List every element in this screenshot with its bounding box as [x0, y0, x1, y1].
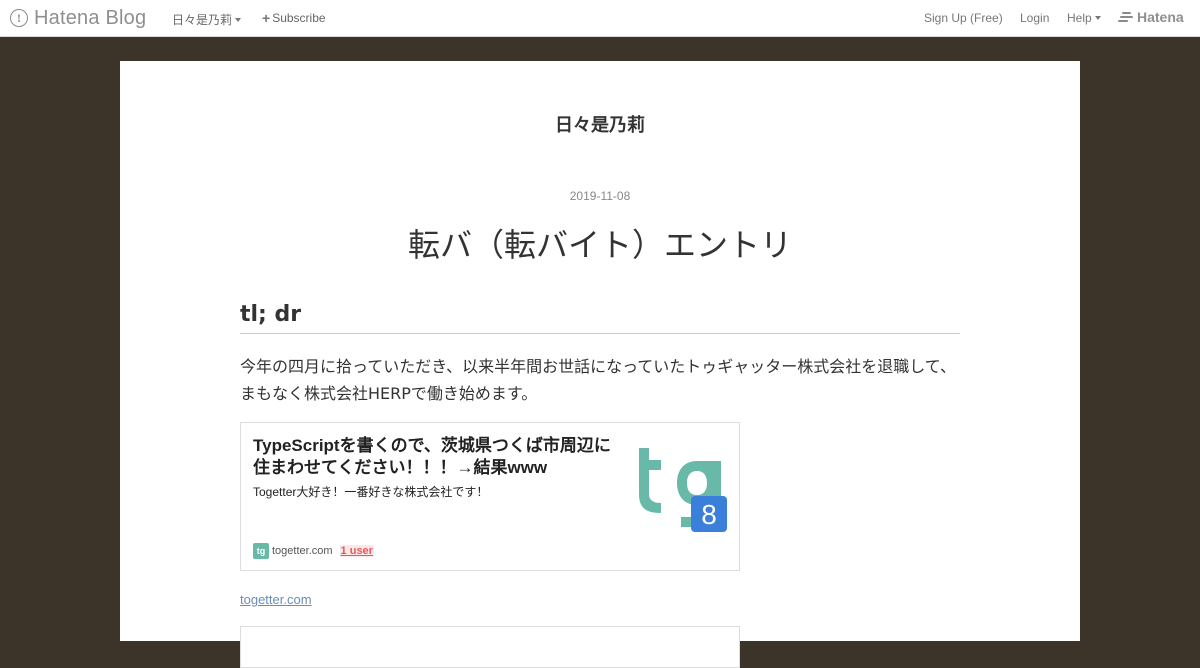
- embed-card-next[interactable]: [240, 626, 740, 668]
- hatena-link[interactable]: Hatena: [1118, 9, 1184, 25]
- paragraph-line: 今年の四月に拾っていただき、以来半年間お世話になっていたトゥギャッター株式会社を…: [240, 357, 957, 376]
- entry-date[interactable]: 2019-11-08: [120, 189, 1080, 203]
- login-link[interactable]: Login: [1020, 11, 1049, 25]
- global-header: ! Hatena Blog 日々是乃莉 + Subscribe Sign Up …: [0, 0, 1200, 37]
- togetter-favicon-icon: tg: [253, 543, 269, 559]
- paragraph-line: まもなく株式会社HERPで働き始めます。: [240, 384, 538, 403]
- caret-down-icon: [235, 17, 242, 22]
- hatena-blog-logo-icon: !: [10, 9, 28, 27]
- content-container: 日々是乃莉 2019-11-08 転バ（転バイト）エントリ tl; dr 今年の…: [120, 61, 1080, 668]
- help-label: Help: [1067, 11, 1092, 25]
- embed-footer: tg togetter.com 1 user: [253, 543, 374, 559]
- hatena-mark-icon: [1118, 11, 1134, 23]
- help-menu[interactable]: Help: [1067, 11, 1101, 25]
- section-heading: tl; dr: [240, 301, 960, 334]
- embed-card[interactable]: TypeScriptを書くので、茨城県つくば市周辺に住まわせてください！！！→結…: [240, 422, 740, 571]
- embed-description: Togetter大好き！一番好きな株式会社です！: [253, 485, 489, 499]
- embed-site[interactable]: togetter.com: [272, 545, 333, 557]
- plus-icon: +: [262, 10, 271, 26]
- subscribe-label: Subscribe: [272, 11, 326, 25]
- blog-menu-label: 日々是乃莉: [172, 13, 233, 27]
- caret-down-icon: [1094, 16, 1101, 20]
- svg-text:8: 8: [701, 499, 717, 530]
- brand-name: Hatena Blog: [34, 7, 147, 29]
- embed-title[interactable]: TypeScriptを書くので、茨城県つくば市周辺に住まわせてください！！！→結…: [253, 435, 619, 479]
- entry-paragraph: 今年の四月に拾っていただき、以来半年間お世話になっていたトゥギャッター株式会社を…: [240, 353, 960, 407]
- subscribe-button[interactable]: + Subscribe: [262, 11, 326, 25]
- signup-link[interactable]: Sign Up (Free): [924, 11, 1003, 25]
- blog-title[interactable]: 日々是乃莉: [120, 111, 1080, 137]
- bookmark-count-badge[interactable]: 1 user: [339, 545, 374, 557]
- embed-source-link[interactable]: togetter.com: [240, 592, 312, 607]
- hatena-label: Hatena: [1137, 9, 1184, 25]
- togetter-logo-icon[interactable]: 8: [631, 445, 729, 533]
- entry-title[interactable]: 転バ（転バイト）エントリ: [120, 223, 1080, 267]
- blog-menu[interactable]: 日々是乃莉: [172, 11, 242, 28]
- hatena-blog-logo[interactable]: ! Hatena Blog: [10, 6, 146, 30]
